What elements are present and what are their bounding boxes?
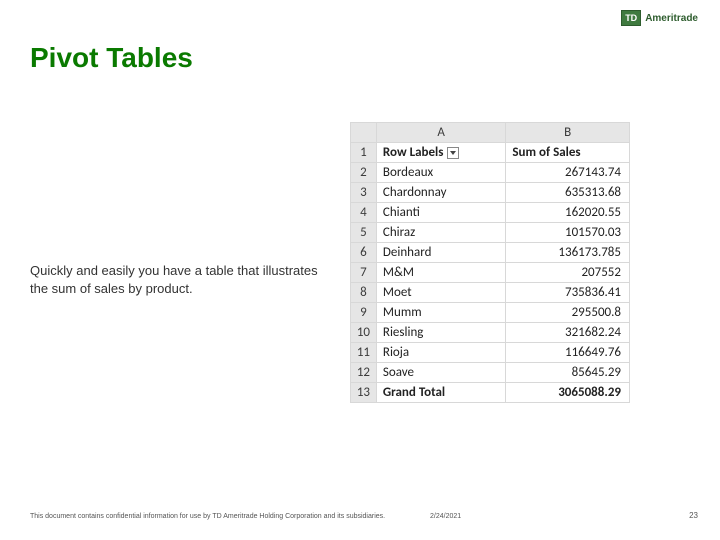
- row-number: 5: [351, 223, 377, 243]
- row-number: 1: [351, 143, 377, 163]
- pivot-value: 116649.76: [506, 343, 630, 363]
- row-number: 2: [351, 163, 377, 183]
- row-labels-text: Row Labels: [383, 145, 444, 160]
- row-number: 6: [351, 243, 377, 263]
- pivot-value: 162020.55: [506, 203, 630, 223]
- brand-badge-icon: TD: [621, 10, 641, 26]
- row-number: 4: [351, 203, 377, 223]
- pivot-label: Chardonnay: [376, 183, 506, 203]
- pivot-label: Soave: [376, 363, 506, 383]
- filter-dropdown-icon[interactable]: [447, 147, 459, 159]
- pivot-value: 267143.74: [506, 163, 630, 183]
- row-number: 10: [351, 323, 377, 343]
- pivot-row-labels-header: Row Labels: [376, 143, 506, 163]
- row-number: 9: [351, 303, 377, 323]
- pivot-value: 321682.24: [506, 323, 630, 343]
- caption-text: Quickly and easily you have a table that…: [30, 262, 330, 298]
- row-number: 8: [351, 283, 377, 303]
- row-number: 7: [351, 263, 377, 283]
- row-number: 11: [351, 343, 377, 363]
- pivot-value: 101570.03: [506, 223, 630, 243]
- pivot-value: 635313.68: [506, 183, 630, 203]
- row-number: 3: [351, 183, 377, 203]
- brand-logo: TD Ameritrade: [621, 10, 698, 26]
- row-number: 12: [351, 363, 377, 383]
- row-number: 13: [351, 383, 377, 403]
- pivot-table: A B 1 Row Labels Sum of Sales 2Bordeaux2…: [350, 122, 630, 403]
- pivot-label: Bordeaux: [376, 163, 506, 183]
- pivot-label: Moet: [376, 283, 506, 303]
- slide: TD Ameritrade Pivot Tables Quickly and e…: [0, 0, 720, 540]
- pivot-label: Mumm: [376, 303, 506, 323]
- pivot-label: M&M: [376, 263, 506, 283]
- column-header-a: A: [376, 123, 506, 143]
- pivot-label: Chiraz: [376, 223, 506, 243]
- pivot-label: Chianti: [376, 203, 506, 223]
- brand-name: Ameritrade: [645, 13, 698, 24]
- footer-confidential: This document contains confidential info…: [30, 513, 385, 520]
- pivot-value: 295500.8: [506, 303, 630, 323]
- pivot-grand-total-value: 3065088.29: [506, 383, 630, 403]
- page-title: Pivot Tables: [30, 42, 193, 74]
- pivot-value: 735836.41: [506, 283, 630, 303]
- sheet-corner: [351, 123, 377, 143]
- footer-page-number: 23: [689, 511, 698, 520]
- pivot-value: 207552: [506, 263, 630, 283]
- pivot-label: Rioja: [376, 343, 506, 363]
- pivot-grand-total-label: Grand Total: [376, 383, 506, 403]
- column-header-b: B: [506, 123, 630, 143]
- pivot-label: Riesling: [376, 323, 506, 343]
- pivot-values-header: Sum of Sales: [506, 143, 630, 163]
- pivot-value: 136173.785: [506, 243, 630, 263]
- pivot-label: Deinhard: [376, 243, 506, 263]
- footer-date: 2/24/2021: [430, 513, 461, 520]
- pivot-value: 85645.29: [506, 363, 630, 383]
